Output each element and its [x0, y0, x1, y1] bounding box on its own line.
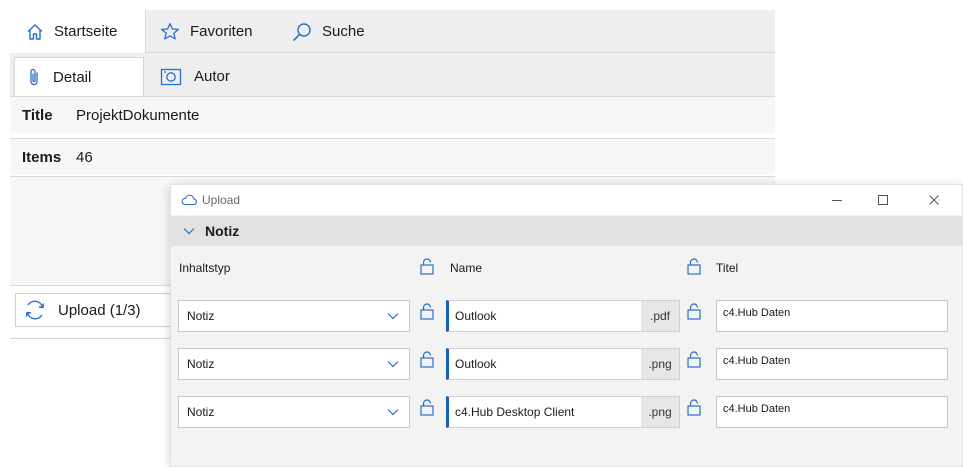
divider [10, 338, 180, 339]
chevron-down-icon [387, 408, 399, 416]
lock-icon[interactable] [420, 399, 434, 416]
home-icon [26, 23, 44, 41]
property-value: ProjektDokumente [76, 106, 200, 124]
name-input[interactable]: Outlook .png [446, 348, 680, 380]
property-key: Title [22, 106, 53, 124]
dialog-titlebar[interactable]: Upload [171, 185, 962, 215]
nav-tab-favoriten[interactable]: Favoriten [160, 10, 253, 53]
name-value: Outlook [455, 309, 497, 323]
section-header-notiz[interactable]: Notiz [171, 216, 962, 246]
nav-tab-label: Favoriten [190, 23, 253, 40]
title-input[interactable]: c4.Hub Daten [716, 396, 948, 428]
property-value: 46 [76, 148, 93, 166]
chevron-down-icon [183, 227, 195, 235]
name-value: c4.Hub Desktop Client [455, 405, 575, 419]
lock-icon[interactable] [687, 399, 701, 416]
chevron-down-icon [387, 360, 399, 368]
lock-icon[interactable] [420, 351, 434, 368]
maximize-button[interactable] [860, 185, 906, 215]
detail-tabs: Detail Autor [10, 53, 775, 96]
upload-status-button[interactable]: Upload (1/3) [15, 293, 175, 327]
lock-icon[interactable] [420, 258, 434, 275]
top-navigation: Startseite Favoriten Suche [10, 10, 775, 53]
name-input[interactable]: Outlook .pdf [446, 300, 680, 332]
property-key: Items [22, 148, 62, 166]
content-type-select[interactable]: Notiz [178, 300, 410, 332]
tab-autor[interactable]: Autor [160, 57, 230, 96]
title-value: c4.Hub Daten [723, 307, 791, 319]
paperclip-icon [27, 67, 41, 87]
upload-dialog: Upload Notiz Inhaltstyp Name Titel Notiz… [170, 184, 963, 467]
column-header-name: Name [450, 261, 483, 275]
nav-tab-suche[interactable]: Suche [292, 10, 365, 53]
cloud-icon [181, 194, 197, 206]
camera-icon [160, 68, 182, 86]
lock-icon[interactable] [687, 303, 701, 320]
lock-icon[interactable] [420, 303, 434, 320]
property-row-title: Title ProjektDokumente [10, 96, 775, 133]
property-row-items: Items 46 [10, 138, 775, 175]
file-extension: .png [641, 397, 679, 427]
nav-tab-label: Startseite [54, 23, 118, 40]
title-value: c4.Hub Daten [723, 355, 791, 367]
sync-icon [24, 299, 46, 321]
file-extension: .png [641, 349, 679, 379]
title-value: c4.Hub Daten [723, 403, 791, 415]
close-icon [928, 194, 940, 206]
content-type-value: Notiz [187, 309, 215, 323]
minimize-button[interactable] [814, 185, 860, 215]
content-type-value: Notiz [187, 405, 215, 419]
minimize-icon [831, 194, 843, 206]
nav-tab-label: Suche [322, 23, 365, 40]
tab-label: Autor [194, 68, 230, 85]
column-header-inhaltstyp: Inhaltstyp [179, 261, 231, 275]
close-button[interactable] [911, 185, 957, 215]
upload-status-label: Upload (1/3) [58, 301, 141, 319]
tab-label: Detail [53, 68, 92, 86]
title-input[interactable]: c4.Hub Daten [716, 300, 948, 332]
lock-icon[interactable] [687, 258, 701, 275]
star-icon [160, 22, 180, 41]
lock-icon[interactable] [687, 351, 701, 368]
search-icon [292, 22, 312, 42]
content-type-value: Notiz [187, 357, 215, 371]
chevron-down-icon [387, 312, 399, 320]
tab-detail[interactable]: Detail [14, 57, 144, 96]
dialog-title: Upload [202, 193, 241, 207]
section-title: Notiz [205, 223, 240, 239]
title-input[interactable]: c4.Hub Daten [716, 348, 948, 380]
name-value: Outlook [455, 357, 497, 371]
content-type-select[interactable]: Notiz [178, 348, 410, 380]
content-type-select[interactable]: Notiz [178, 396, 410, 428]
name-input[interactable]: c4.Hub Desktop Client .png [446, 396, 680, 428]
nav-tab-startseite[interactable]: Startseite [10, 10, 146, 53]
file-extension: .pdf [641, 301, 679, 331]
maximize-icon [877, 194, 889, 206]
column-header-titel: Titel [716, 261, 739, 275]
